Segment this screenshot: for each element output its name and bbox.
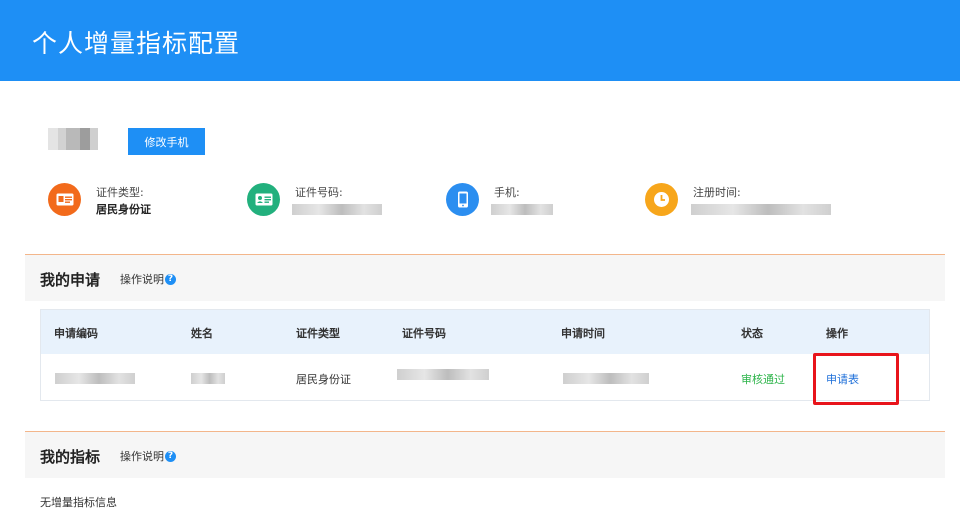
column-header: 姓名 [191,327,213,340]
my-indicators-title: 我的指标 [40,448,101,466]
register-time-value-redacted [691,204,831,215]
apply-time-redacted [563,373,649,384]
status-cell: 审核通过 [741,373,785,386]
page-title: 个人增量指标配置 [32,29,241,58]
question-icon[interactable]: ? [165,273,176,285]
my-applications-title: 我的申请 [40,271,101,289]
column-header: 申请时间 [561,327,605,340]
edit-phone-button[interactable]: 修改手机 [128,128,205,155]
id-number-value-redacted [292,204,382,215]
column-header: 证件类型 [296,327,340,340]
clock-icon [645,183,678,216]
help-link-label[interactable]: 操作说明 [120,448,164,464]
help-link-label[interactable]: 操作说明 [120,271,164,287]
table-header: 申请编码 姓名 证件类型 证件号码 申请时间 状态 操作 [41,310,929,354]
highlight-box [813,353,899,405]
my-applications-header: 我的申请 操作说明 ? [25,254,945,301]
my-indicators-help[interactable]: 操作说明 ? [120,448,176,464]
phone-label: 手机: [494,186,520,199]
column-header: 申请编码 [54,327,98,340]
column-header: 状态 [741,327,763,340]
phone-value-redacted [491,204,553,215]
table-row: 居民身份证 审核通过 申请表 [41,354,929,400]
my-applications-help[interactable]: 操作说明 ? [120,271,176,287]
id-number-label: 证件号码: [295,186,343,199]
application-code-redacted [55,373,135,384]
mobile-phone-icon [446,183,479,216]
question-icon[interactable]: ? [165,450,176,462]
column-header: 操作 [826,327,848,340]
id-type-cell: 居民身份证 [296,373,351,386]
user-name-redacted [48,128,98,150]
no-indicators-message: 无增量指标信息 [40,496,117,509]
id-type-label: 证件类型: [96,186,144,199]
my-indicators-header: 我的指标 操作说明 ? [25,431,945,478]
name-redacted [191,373,225,384]
id-number-redacted [397,369,489,380]
applications-table: 申请编码 姓名 证件类型 证件号码 申请时间 状态 操作 居民身份证 审核通过 … [40,309,930,401]
id-type-value: 居民身份证 [96,203,151,216]
column-header: 证件号码 [402,327,446,340]
register-time-label: 注册时间: [693,186,741,199]
id-card-icon [48,183,81,216]
contact-card-icon [247,183,280,216]
page-header: 个人增量指标配置 [0,0,960,81]
